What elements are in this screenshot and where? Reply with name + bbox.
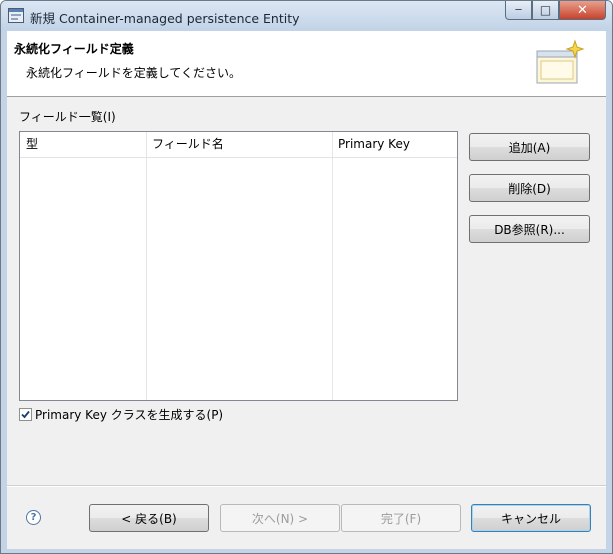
window-controls: ─ □ ✕ — [505, 1, 606, 21]
app-window-icon — [8, 8, 24, 23]
finish-button[interactable]: 完了(F) — [341, 504, 461, 532]
db-reference-button[interactable]: DB参照(R)... — [469, 215, 590, 243]
back-button[interactable]: < 戻る(B) — [89, 504, 209, 532]
minimize-icon: ─ — [515, 4, 522, 16]
maximize-button[interactable]: □ — [532, 1, 559, 20]
page-title: 永続化フィールド定義 — [14, 42, 134, 56]
generate-pk-class-checkbox[interactable] — [19, 408, 32, 421]
field-table[interactable]: 型 フィールド名 Primary Key — [19, 131, 458, 401]
cancel-button[interactable]: キャンセル — [471, 504, 591, 532]
window-title: 新規 Container-managed persistence Entity — [30, 11, 300, 26]
add-button[interactable]: 追加(A) — [469, 133, 590, 161]
title-bar[interactable]: 新規 Container-managed persistence Entity … — [1, 1, 612, 31]
delete-button[interactable]: 削除(D) — [469, 174, 590, 202]
generate-pk-class-option[interactable]: Primary Key クラスを生成する(P) — [19, 406, 223, 423]
generate-pk-class-label: Primary Key クラスを生成する(P) — [35, 408, 224, 422]
next-button[interactable]: 次へ(N) > — [220, 504, 340, 532]
footer-divider — [7, 485, 606, 487]
wizard-header: 永続化フィールド定義 永続化フィールドを定義してください。 — [7, 31, 606, 97]
page-description: 永続化フィールドを定義してください。 — [26, 66, 242, 80]
column-header-primary-key[interactable]: Primary Key — [332, 132, 457, 157]
dialog-client-area: 永続化フィールド定義 永続化フィールドを定義してください。 フィールド一覧(I)… — [7, 31, 606, 549]
table-header: 型 フィールド名 Primary Key — [20, 132, 457, 158]
help-icon[interactable]: ? — [26, 510, 41, 525]
column-header-field-name[interactable]: フィールド名 — [146, 132, 332, 157]
wizard-banner-icon — [536, 39, 585, 84]
field-list-label: フィールド一覧(I) — [19, 110, 116, 124]
close-icon: ✕ — [577, 2, 588, 18]
maximize-icon: □ — [539, 3, 552, 17]
column-divider — [146, 132, 147, 400]
close-button[interactable]: ✕ — [559, 1, 606, 20]
column-divider — [332, 132, 333, 400]
checkmark-icon — [21, 410, 30, 419]
dialog-window: 新規 Container-managed persistence Entity … — [0, 0, 613, 554]
minimize-button[interactable]: ─ — [505, 1, 532, 20]
column-header-type[interactable]: 型 — [20, 132, 146, 157]
